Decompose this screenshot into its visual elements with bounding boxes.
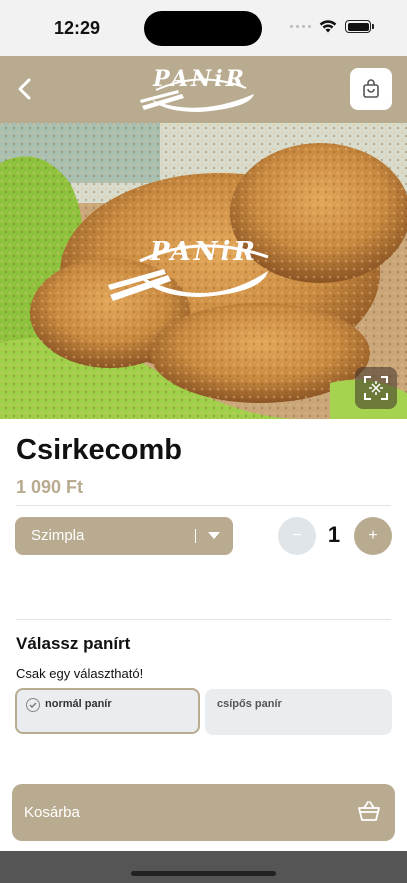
product-price: 1 090 Ft <box>16 477 84 497</box>
breading-option-label: normál panír <box>45 698 112 710</box>
size-select[interactable]: Szimpla <box>15 517 233 555</box>
fried-chicken-photo <box>0 123 407 419</box>
divider <box>16 619 391 620</box>
wifi-icon <box>319 20 337 33</box>
signal-icon <box>290 25 311 28</box>
product-image: PANiR <box>0 123 407 419</box>
breading-option-spicy[interactable]: csípős panír <box>205 689 392 735</box>
size-select-value: Szimpla <box>31 527 85 544</box>
add-to-cart-label: Kosárba <box>24 804 80 821</box>
chevron-down-icon <box>208 532 220 539</box>
home-indicator[interactable] <box>131 871 276 876</box>
decrease-quantity-button[interactable]: − <box>278 517 316 555</box>
quantity-value: 1 <box>327 522 341 547</box>
divider <box>16 505 391 506</box>
chevron-left-icon <box>18 78 31 100</box>
battery-icon <box>345 20 374 33</box>
select-separator <box>195 529 196 543</box>
basket-icon <box>358 801 380 821</box>
back-button[interactable] <box>12 75 40 103</box>
add-to-cart-button[interactable]: Kosárba <box>12 784 395 841</box>
check-circle-icon <box>26 698 40 712</box>
dynamic-island <box>144 11 262 46</box>
app-header: PANiR <box>0 56 407 123</box>
expand-image-button[interactable] <box>355 367 397 409</box>
breading-option-normal[interactable]: normál panír <box>15 688 200 734</box>
logo-text: PANiR <box>153 66 247 92</box>
cart-button[interactable] <box>350 68 392 110</box>
increase-quantity-button[interactable]: + <box>354 517 392 555</box>
expand-icon <box>364 376 388 400</box>
status-icons <box>290 20 374 33</box>
hero-logo-text: PANiR <box>149 237 259 267</box>
bottom-bar <box>0 851 407 883</box>
status-bar: 12:29 <box>0 0 407 56</box>
logo-wordmark: PANiR <box>138 62 262 116</box>
breading-section-subtitle: Csak egy választható! <box>16 666 144 681</box>
breading-section-title: Válassz panírt <box>16 634 131 653</box>
breading-option-label: csípős panír <box>217 698 282 710</box>
shopping-bag-icon <box>363 79 379 98</box>
status-time: 12:29 <box>54 18 101 38</box>
product-name: Csirkecomb <box>16 434 183 466</box>
hero-logo: PANiR <box>136 237 272 267</box>
